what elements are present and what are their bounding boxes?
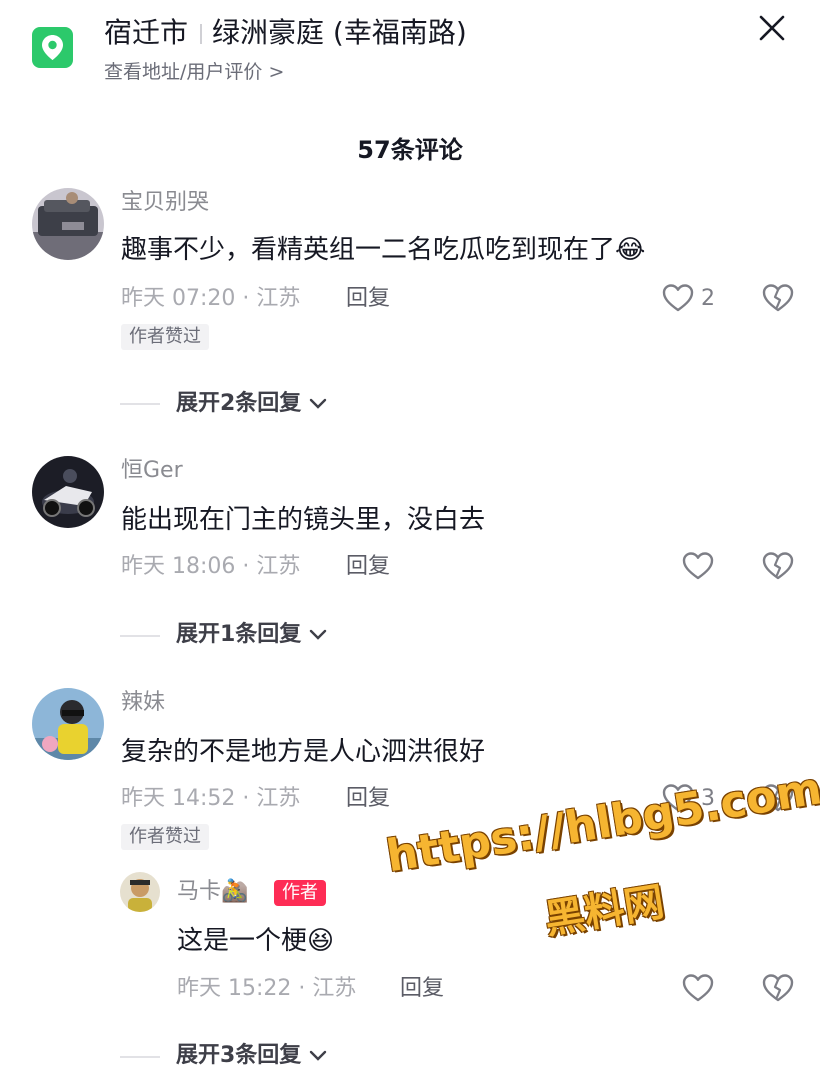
- divider: [120, 403, 160, 405]
- author-liked-tag: 作者赞过: [121, 324, 209, 350]
- broken-heart-icon: [762, 284, 794, 312]
- place-name: 绿洲豪庭 (幸福南路): [212, 16, 467, 49]
- expand-replies-label: 展开3条回复: [176, 1043, 302, 1068]
- reply-button[interactable]: 回复: [346, 784, 390, 814]
- expand-replies-button[interactable]: 展开3条回复: [176, 1041, 327, 1071]
- reply-text: 这是一个梗😆: [177, 923, 334, 959]
- author-liked-tag: 作者赞过: [121, 824, 209, 850]
- divider: [120, 635, 160, 637]
- chevron-down-icon: [309, 1050, 327, 1061]
- comment-username[interactable]: 恒Ger: [121, 456, 183, 486]
- comment-text-body: 趣事不少，看精英组一二名吃瓜吃到现在了: [121, 235, 616, 265]
- comment-time-location: 昨天 18:06 · 江苏: [121, 554, 301, 579]
- broken-heart-icon: [762, 552, 794, 580]
- expand-replies-label: 展开2条回复: [176, 391, 302, 416]
- location-title[interactable]: 宿迁市 绿洲豪庭 (幸福南路): [104, 14, 467, 52]
- reply-text-body: 这是一个梗: [177, 926, 308, 956]
- avatar[interactable]: [32, 456, 104, 528]
- expand-replies-button[interactable]: 展开2条回复: [176, 389, 327, 419]
- comment-time-location: 昨天 07:20 · 江苏: [121, 286, 301, 311]
- expand-replies-button[interactable]: 展开1条回复: [176, 620, 327, 650]
- dislike-button[interactable]: [762, 973, 794, 1003]
- dislike-button[interactable]: [762, 283, 794, 313]
- reply-button[interactable]: 回复: [346, 284, 390, 314]
- comment-text: 复杂的不是地方是人心泗洪很好: [121, 737, 486, 767]
- reply-time-location: 昨天 15:22 · 江苏: [177, 976, 357, 1001]
- like-count: 2: [701, 286, 715, 311]
- close-icon: [759, 15, 785, 41]
- divider: [120, 1056, 160, 1058]
- comment-username[interactable]: 宝贝别哭: [121, 188, 209, 218]
- comment-time-location: 昨天 14:52 · 江苏: [121, 786, 301, 811]
- map-pin-icon: [42, 35, 63, 60]
- avatar[interactable]: [120, 872, 160, 912]
- dislike-button[interactable]: [762, 551, 794, 581]
- comment-username[interactable]: 辣妹: [121, 688, 165, 718]
- laughing-emoji: 😆: [307, 926, 335, 956]
- view-address-link[interactable]: 查看地址/用户评价 >: [104, 60, 284, 84]
- comment-text: 趣事不少，看精英组一二名吃瓜吃到现在了😂: [121, 232, 645, 268]
- heart-icon: [682, 552, 714, 580]
- chevron-down-icon: [309, 629, 327, 640]
- reply-button[interactable]: 回复: [400, 974, 444, 1004]
- chevron-down-icon: [309, 398, 327, 409]
- reply-username[interactable]: 马卡🚵: [177, 877, 248, 907]
- divider: [200, 24, 203, 44]
- like-button[interactable]: [682, 551, 714, 581]
- reply-button[interactable]: 回复: [346, 552, 390, 582]
- broken-heart-icon: [762, 974, 794, 1002]
- comments-count-title: 57条评论: [357, 136, 463, 164]
- like-button[interactable]: [682, 973, 714, 1003]
- expand-replies-label: 展开1条回复: [176, 622, 302, 647]
- avatar[interactable]: [32, 688, 104, 760]
- avatar[interactable]: [32, 188, 104, 260]
- laughing-tears-emoji: 😂: [615, 235, 646, 265]
- like-button[interactable]: [662, 283, 694, 313]
- location-badge[interactable]: [32, 27, 73, 68]
- author-badge: 作者: [274, 880, 326, 906]
- comment-text: 能出现在门主的镜头里，没白去: [121, 505, 486, 535]
- close-button[interactable]: [756, 12, 788, 44]
- watermark-site: 黑料网: [541, 879, 668, 944]
- heart-icon: [682, 974, 714, 1002]
- heart-icon: [662, 284, 694, 312]
- city-name: 宿迁市: [104, 16, 189, 49]
- watermark-url: https://hlbg5.com: [383, 763, 820, 883]
